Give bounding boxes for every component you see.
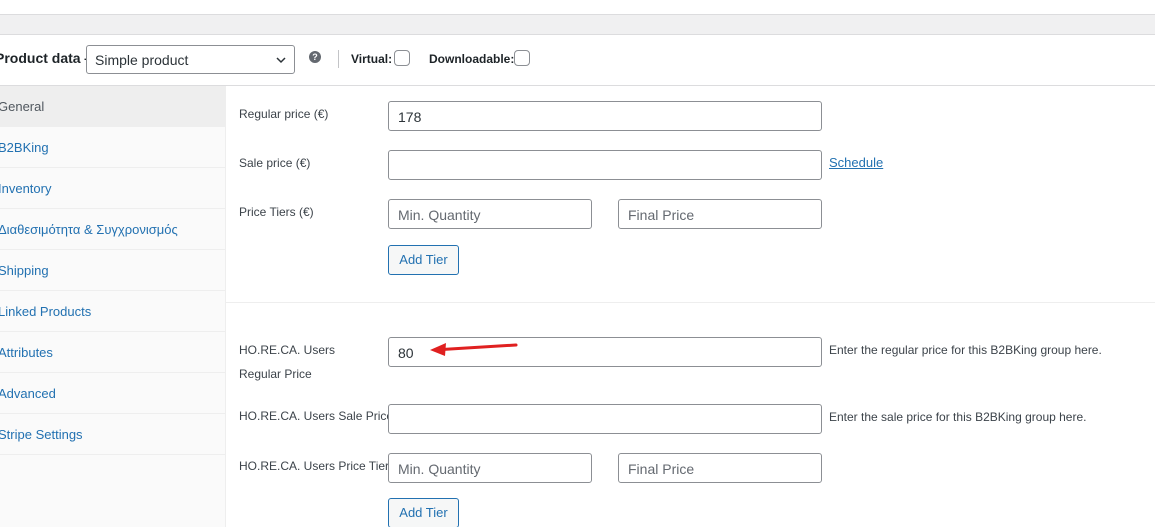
help-icon[interactable]: ? — [309, 51, 321, 63]
horeca-sale-price-input[interactable] — [388, 404, 822, 434]
schedule-link[interactable]: Schedule — [829, 155, 883, 170]
final-price-placeholder: Final Price — [628, 207, 695, 223]
product-type-select[interactable]: Simple product — [86, 45, 295, 74]
tab-general[interactable]: General — [0, 86, 225, 127]
section-divider — [226, 302, 1155, 303]
downloadable-checkbox[interactable] — [514, 50, 530, 66]
product-data-tabs: General B2BKing Inventory Διαθεσιμότητα … — [0, 86, 226, 527]
tier-min-quantity-input[interactable]: Min. Quantity — [388, 199, 592, 229]
add-tier-button[interactable]: Add Tier — [388, 245, 459, 275]
regular-price-value: 178 — [398, 109, 422, 125]
tab-label: B2BKing — [0, 140, 49, 155]
regular-price-input[interactable]: 178 — [388, 101, 822, 131]
virtual-label: Virtual: — [351, 52, 393, 66]
virtual-checkbox[interactable] — [394, 50, 410, 66]
tab-availability-sync[interactable]: Διαθεσιμότητα & Συγχρονισμός — [0, 209, 225, 250]
horeca-add-tier-button[interactable]: Add Tier — [388, 498, 459, 527]
top-strip — [0, 0, 1155, 35]
product-data-title: Product data — — [0, 50, 99, 66]
sale-price-label: Sale price (€) — [239, 156, 311, 170]
horeca-sale-price-label: HO.RE.CA. Users Sale Price — [239, 409, 394, 423]
price-tiers-label: Price Tiers (€) — [239, 205, 314, 219]
tab-label: Attributes — [0, 345, 53, 360]
sale-price-input[interactable] — [388, 150, 822, 180]
tab-b2bking[interactable]: B2BKing — [0, 127, 225, 168]
regular-price-label: Regular price (€) — [239, 107, 329, 121]
min-quantity-placeholder: Min. Quantity — [398, 207, 481, 223]
product-type-value: Simple product — [95, 52, 189, 68]
tab-label: Inventory — [0, 181, 52, 196]
horeca-regular-price-value: 80 — [398, 345, 414, 361]
tab-advanced[interactable]: Advanced — [0, 373, 225, 414]
tab-label: General — [0, 99, 45, 114]
downloadable-label: Downloadable: — [429, 52, 515, 66]
tab-stripe-settings[interactable]: Stripe Settings — [0, 414, 225, 455]
tab-inventory[interactable]: Inventory — [0, 168, 225, 209]
tab-linked-products[interactable]: Linked Products — [0, 291, 225, 332]
tab-attributes[interactable]: Attributes — [0, 332, 225, 373]
horeca-sale-price-description: Enter the sale price for this B2BKing gr… — [829, 410, 1087, 424]
tab-label: Διαθεσιμότητα & Συγχρονισμός — [0, 222, 178, 237]
tab-label: Advanced — [0, 386, 56, 401]
product-data-header: Product data — Simple product ? Virtual:… — [0, 35, 1155, 86]
horeca-regular-price-description: Enter the regular price for this B2BKing… — [829, 343, 1102, 357]
tab-label: Shipping — [0, 263, 49, 278]
header-separator — [338, 50, 339, 68]
tab-shipping[interactable]: Shipping — [0, 250, 225, 291]
chevron-down-icon — [276, 57, 286, 64]
tab-label: Stripe Settings — [0, 427, 83, 442]
horeca-tier-final-price-input[interactable]: Final Price — [618, 453, 822, 483]
tab-label: Linked Products — [0, 304, 92, 319]
horeca-price-tiers-label: HO.RE.CA. Users Price Tiers — [239, 459, 396, 473]
top-band — [0, 14, 1155, 35]
annotation-arrow-icon — [430, 343, 518, 356]
tier-final-price-input[interactable]: Final Price — [618, 199, 822, 229]
final-price-placeholder: Final Price — [628, 461, 695, 477]
min-quantity-placeholder: Min. Quantity — [398, 461, 481, 477]
horeca-regular-price-label: HO.RE.CA. Users Regular Price — [239, 343, 336, 381]
horeca-tier-min-quantity-input[interactable]: Min. Quantity — [388, 453, 592, 483]
